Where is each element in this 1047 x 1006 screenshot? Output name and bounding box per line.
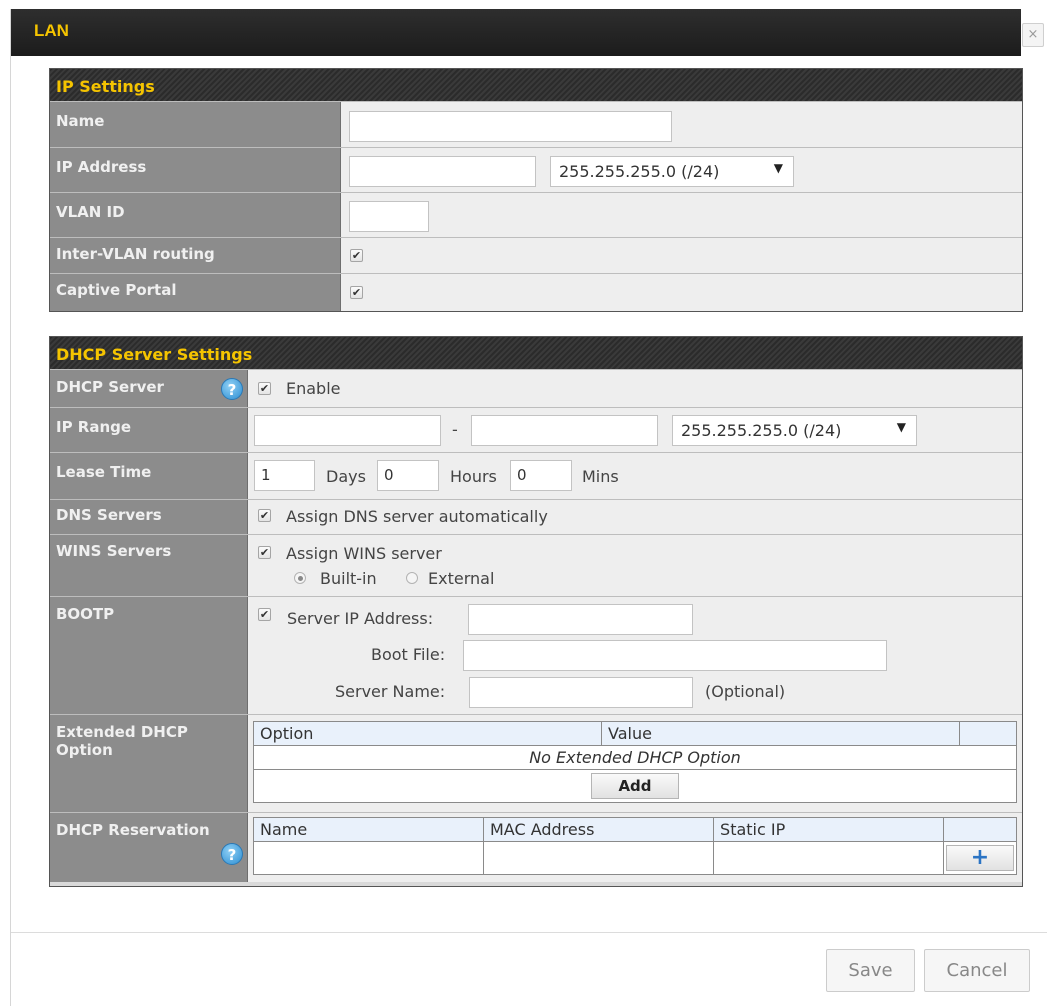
dialog-title: LAN xyxy=(34,21,69,40)
dropdown-arrow-icon: ▼ xyxy=(773,161,783,175)
ip-range-end-input[interactable] xyxy=(471,415,658,446)
help-icon[interactable]: ? xyxy=(221,843,243,865)
dhcp-enable-checkbox[interactable]: ✔ xyxy=(258,382,271,395)
dns-auto-label: Assign DNS server automatically xyxy=(286,507,548,526)
bootp-label: BOOTP xyxy=(50,597,248,714)
dialog-titlebar: LAN xyxy=(11,9,1021,56)
lease-time-label: Lease Time xyxy=(50,453,248,499)
dhcp-server-label: DHCP Server ? xyxy=(50,370,248,407)
hours-label: Hours xyxy=(450,467,497,486)
res-static-ip-cell[interactable] xyxy=(713,841,944,875)
add-option-button[interactable]: Add xyxy=(591,773,679,799)
wins-assign-label: Assign WINS server xyxy=(286,544,442,563)
lease-days-input[interactable]: 1 xyxy=(254,460,315,491)
vlan-row: VLAN ID xyxy=(50,192,1022,237)
wins-external-radio[interactable] xyxy=(406,572,418,584)
res-col-actions xyxy=(943,817,1017,842)
dhcp-enable-label: Enable xyxy=(286,379,341,398)
dhcp-settings-section: DHCP Server Settings DHCP Server ? ✔ Ena… xyxy=(49,336,1023,887)
vlan-label: VLAN ID xyxy=(50,193,341,237)
res-name-cell[interactable] xyxy=(253,841,484,875)
ext-col-option: Option xyxy=(253,721,602,746)
dropdown-arrow-icon: ▼ xyxy=(896,420,906,434)
dhcp-reservation-row: DHCP Reservation ? Name MAC Address Stat… xyxy=(50,812,1022,882)
inter-vlan-row: Inter-VLAN routing ✔ xyxy=(50,237,1022,273)
dhcp-server-row: DHCP Server ? ✔ Enable xyxy=(50,369,1022,407)
captive-portal-label: Captive Portal xyxy=(50,274,341,311)
vlan-id-input[interactable] xyxy=(349,201,429,232)
bootp-row: BOOTP ✔ Server IP Address: Boot File: Se… xyxy=(50,596,1022,714)
ip-settings-section: IP Settings Name IP Address 255.255.255.… xyxy=(49,68,1023,312)
add-reservation-plus-icon[interactable]: + xyxy=(946,845,1014,871)
dhcp-server-label-text: DHCP Server xyxy=(56,378,164,396)
dhcp-reservation-label-text: DHCP Reservation xyxy=(56,821,210,839)
server-name-input[interactable] xyxy=(469,677,693,708)
name-input[interactable] xyxy=(349,111,672,142)
ip-range-row: IP Range - 255.255.255.0 (/24) ▼ xyxy=(50,407,1022,452)
dhcp-reservation-label: DHCP Reservation ? xyxy=(50,813,248,882)
dns-auto-checkbox[interactable]: ✔ xyxy=(258,509,271,522)
res-col-mac: MAC Address xyxy=(482,817,715,842)
lease-mins-input[interactable]: 0 xyxy=(510,460,572,491)
save-button[interactable]: Save xyxy=(826,949,915,992)
extended-option-row: Extended DHCP Option Option Value No Ext… xyxy=(50,714,1022,812)
subnet-select[interactable]: 255.255.255.0 (/24) ▼ xyxy=(550,156,794,187)
captive-portal-row: Captive Portal ✔ xyxy=(50,273,1022,311)
ext-add-cell: Add xyxy=(253,769,1017,803)
subnet-select-value: 255.255.255.0 (/24) xyxy=(559,162,720,181)
close-icon[interactable]: × xyxy=(1022,23,1044,47)
server-name-label: Server Name: xyxy=(335,682,446,701)
mins-label: Mins xyxy=(582,467,619,486)
server-ip-input[interactable] xyxy=(468,604,693,635)
ip-address-input[interactable] xyxy=(349,156,536,187)
range-subnet-select[interactable]: 255.255.255.0 (/24) ▼ xyxy=(672,415,917,446)
dns-servers-label: DNS Servers xyxy=(50,500,248,534)
wins-servers-label: WINS Servers xyxy=(50,535,248,596)
res-add-cell: + xyxy=(943,841,1017,875)
wins-external-label: External xyxy=(428,569,495,588)
res-col-static-ip: Static IP xyxy=(713,817,944,842)
cancel-button[interactable]: Cancel xyxy=(924,949,1030,992)
ip-range-label: IP Range xyxy=(50,408,248,452)
captive-portal-checkbox[interactable]: ✔ xyxy=(350,286,363,299)
optional-label: (Optional) xyxy=(705,682,786,701)
res-col-name: Name xyxy=(253,817,484,842)
footer-divider xyxy=(11,932,1047,933)
ext-col-value: Value xyxy=(601,721,960,746)
wins-checkbox[interactable]: ✔ xyxy=(258,546,271,559)
wins-builtin-radio[interactable] xyxy=(294,572,306,584)
ip-address-label: IP Address xyxy=(50,148,341,192)
inter-vlan-label: Inter-VLAN routing xyxy=(50,238,341,273)
name-label: Name xyxy=(50,102,341,147)
dhcp-settings-header: DHCP Server Settings xyxy=(50,337,1022,369)
res-mac-cell[interactable] xyxy=(482,841,715,875)
ip-range-separator: - xyxy=(452,420,458,439)
ip-range-start-input[interactable] xyxy=(254,415,441,446)
range-subnet-value: 255.255.255.0 (/24) xyxy=(681,421,842,440)
ext-col-actions xyxy=(959,721,1017,746)
help-icon[interactable]: ? xyxy=(221,378,243,400)
days-label: Days xyxy=(326,467,366,486)
ext-empty-message: No Extended DHCP Option xyxy=(253,745,1017,770)
dns-servers-row: DNS Servers ✔ Assign DNS server automati… xyxy=(50,499,1022,534)
reservation-table: Name MAC Address Static IP + xyxy=(253,817,1017,875)
ip-settings-header: IP Settings xyxy=(50,69,1022,101)
extended-option-table: Option Value No Extended DHCP Option Add xyxy=(253,721,1017,803)
wins-servers-row: WINS Servers ✔ Assign WINS server Built-… xyxy=(50,534,1022,596)
lease-time-row: Lease Time 1 Days 0 Hours 0 Mins xyxy=(50,452,1022,499)
inter-vlan-checkbox[interactable]: ✔ xyxy=(350,249,363,262)
extended-option-label: Extended DHCP Option xyxy=(50,715,248,812)
lan-dialog: LAN × IP Settings Name IP Address 255.25… xyxy=(10,9,1047,1006)
bootp-checkbox[interactable]: ✔ xyxy=(258,608,271,621)
server-ip-label: Server IP Address: xyxy=(287,609,434,628)
name-row: Name xyxy=(50,101,1022,147)
ip-address-row: IP Address 255.255.255.0 (/24) ▼ xyxy=(50,147,1022,192)
boot-file-label: Boot File: xyxy=(371,645,446,664)
lease-hours-input[interactable]: 0 xyxy=(377,460,439,491)
boot-file-input[interactable] xyxy=(463,640,887,671)
wins-builtin-label: Built-in xyxy=(320,569,377,588)
